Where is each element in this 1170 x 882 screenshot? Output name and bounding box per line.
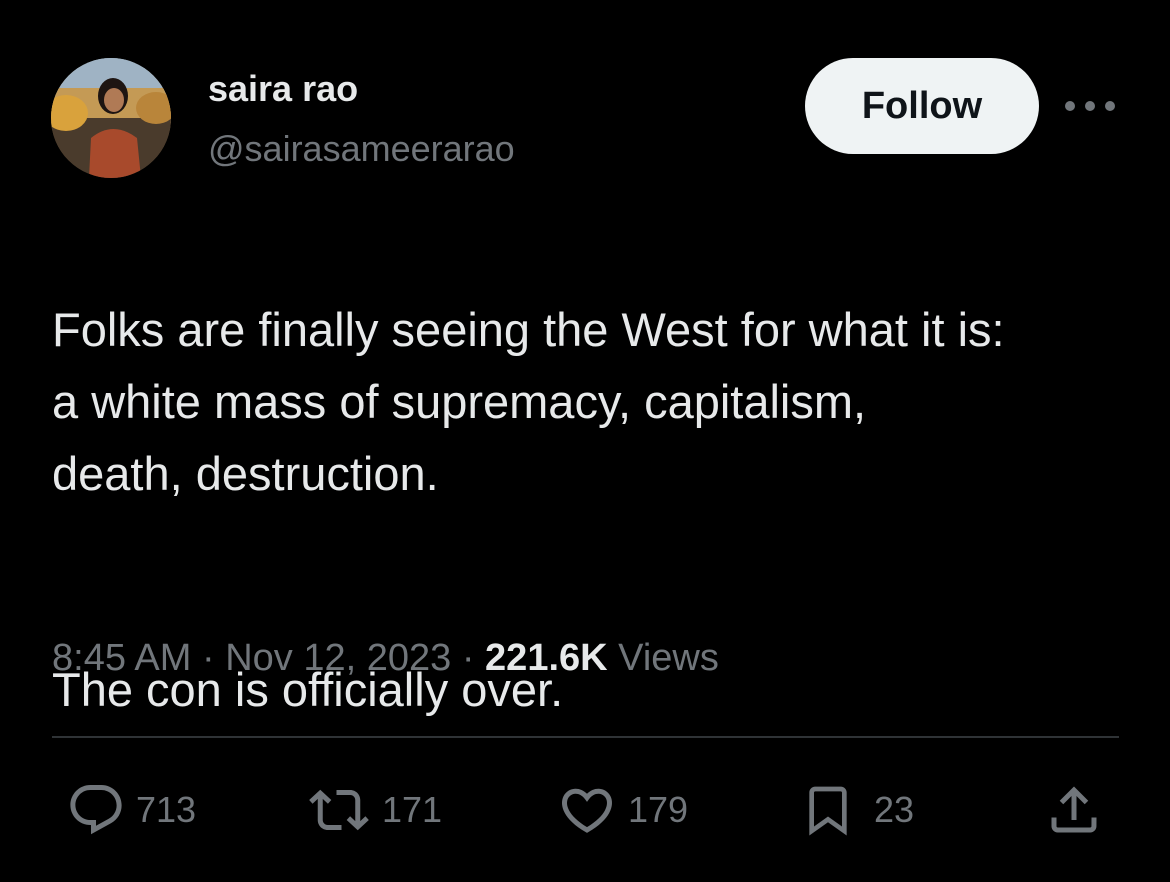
tweet-paragraph: Folks are finally seeing the West for wh… [52,303,1005,500]
meta-separator: · [461,637,475,679]
reply-button[interactable]: 713 [66,780,196,840]
tweet-card: saira rao @sairasameerarao Follow Folks … [0,0,1170,882]
bookmark-button[interactable]: 23 [800,780,914,840]
divider [52,736,1119,738]
like-button[interactable]: 179 [556,780,688,840]
views-count: 221.6K [485,637,608,679]
bookmark-count: 23 [874,789,915,830]
author-display-name[interactable]: saira rao [208,68,358,110]
more-options-button[interactable] [1060,88,1120,124]
tweet-date[interactable]: Nov 12, 2023 [225,637,451,679]
reply-icon [70,785,122,835]
share-icon [1051,786,1097,833]
bookmark-icon [809,786,847,836]
tweet-text: Folks are finally seeing the West for wh… [52,222,1132,798]
views-label: Views [618,637,719,679]
follow-button[interactable]: Follow [805,58,1039,154]
author-handle[interactable]: @sairasameerarao [208,128,515,170]
share-button[interactable] [1044,780,1104,840]
tweet-time[interactable]: 8:45 AM [52,637,191,679]
repost-count: 171 [382,789,443,830]
repost-icon [309,789,369,831]
meta-separator: · [201,637,215,679]
avatar[interactable] [51,58,171,178]
more-horizontal-icon [1065,101,1115,111]
repost-button[interactable]: 171 [306,780,442,840]
reply-count: 713 [136,789,197,830]
heart-icon [561,788,613,833]
like-count: 179 [628,789,689,830]
tweet-meta: 8:45 AM · Nov 12, 2023 · 221.6K Views [52,630,719,686]
profile-photo-icon [51,58,171,178]
